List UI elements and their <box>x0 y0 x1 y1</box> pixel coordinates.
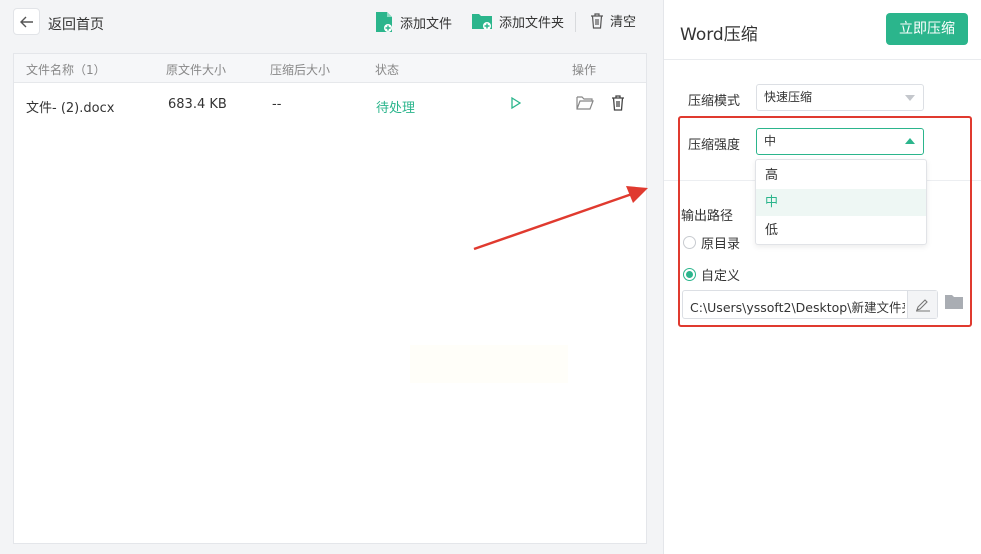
toolbar-divider <box>575 12 576 32</box>
back-button[interactable] <box>13 8 40 35</box>
caret-up-icon <box>905 138 915 144</box>
toolbar: 返回首页 添加文件 添加文件夹 清空 <box>0 0 663 46</box>
caret-down-icon <box>905 95 915 101</box>
output-custom-label: 自定义 <box>701 269 741 284</box>
column-header-name: 文件名称（1） <box>26 63 106 77</box>
compress-strength-label: 压缩强度 <box>688 138 741 153</box>
open-folder-button[interactable] <box>576 95 594 114</box>
add-folder-icon <box>472 14 492 30</box>
original-size: 683.4 KB <box>168 97 227 112</box>
play-button[interactable] <box>511 96 522 113</box>
file-name: 文件- (2).docx <box>26 101 115 116</box>
back-label[interactable]: 返回首页 <box>48 14 104 34</box>
output-path-label: 输出路径 <box>681 209 734 224</box>
file-table: 文件名称（1） 原文件大小 压缩后大小 状态 操作 文件- (2).docx 6… <box>13 53 647 544</box>
panel-title: Word压缩 <box>680 25 758 45</box>
strength-dropdown: 高 中 低 <box>755 159 927 245</box>
compressed-size: -- <box>272 97 282 112</box>
edit-icon <box>915 298 930 312</box>
trash-icon <box>612 95 624 111</box>
compress-strength-select[interactable]: 中 <box>756 128 924 155</box>
compress-mode-label: 压缩模式 <box>688 94 741 109</box>
output-path-field[interactable]: C:\Users\yssoft2\Desktop\新建文件夹 <box>682 290 938 319</box>
compress-mode-value: 快速压缩 <box>764 90 813 104</box>
add-file-label: 添加文件 <box>400 16 453 32</box>
column-header-compressed-size: 压缩后大小 <box>270 63 331 77</box>
folder-icon <box>945 295 963 309</box>
compress-now-button[interactable]: 立即压缩 <box>886 13 968 45</box>
edit-path-button[interactable] <box>907 291 937 318</box>
settings-panel: Word压缩 立即压缩 压缩模式 快速压缩 压缩强度 中 输出路径 原目录 自定… <box>663 0 981 554</box>
clear-label: 清空 <box>610 15 637 30</box>
arrow-left-icon <box>19 16 33 27</box>
strength-option-medium[interactable]: 中 <box>756 189 926 216</box>
play-icon <box>511 96 522 110</box>
output-path-value: C:\Users\yssoft2\Desktop\新建文件夹 <box>690 300 905 315</box>
column-header-actions: 操作 <box>572 63 597 77</box>
add-folder-button[interactable]: 添加文件夹 <box>471 11 564 31</box>
browse-folder-button[interactable] <box>944 294 964 314</box>
add-folder-label: 添加文件夹 <box>499 15 565 31</box>
compress-mode-select[interactable]: 快速压缩 <box>756 84 924 111</box>
delete-button[interactable] <box>611 95 625 115</box>
output-original-dir-radio[interactable]: 原目录 <box>683 233 740 252</box>
trash-icon <box>591 12 603 29</box>
output-original-dir-label: 原目录 <box>701 237 741 252</box>
column-header-original-size: 原文件大小 <box>166 63 227 77</box>
add-file-icon <box>376 12 392 32</box>
compress-strength-value: 中 <box>764 134 777 148</box>
file-list-pane: 返回首页 添加文件 添加文件夹 清空 文件名称（1） 原文件大小 压缩后大小 状… <box>0 0 663 554</box>
add-file-button[interactable]: 添加文件 <box>374 11 452 33</box>
watermark <box>410 345 568 383</box>
column-header-status: 状态 <box>375 63 400 77</box>
radio-circle <box>683 236 696 249</box>
table-row[interactable]: 文件- (2).docx 683.4 KB -- 待处理 <box>14 84 646 124</box>
panel-header: Word压缩 立即压缩 <box>664 0 981 60</box>
status-badge: 待处理 <box>376 101 416 116</box>
strength-option-high[interactable]: 高 <box>756 162 926 189</box>
output-custom-radio[interactable]: 自定义 <box>683 265 740 284</box>
folder-open-icon <box>576 96 594 110</box>
table-header: 文件名称（1） 原文件大小 压缩后大小 状态 操作 <box>14 54 646 83</box>
radio-circle-selected <box>683 268 696 281</box>
clear-button[interactable]: 清空 <box>590 11 636 30</box>
strength-option-low[interactable]: 低 <box>756 217 926 244</box>
